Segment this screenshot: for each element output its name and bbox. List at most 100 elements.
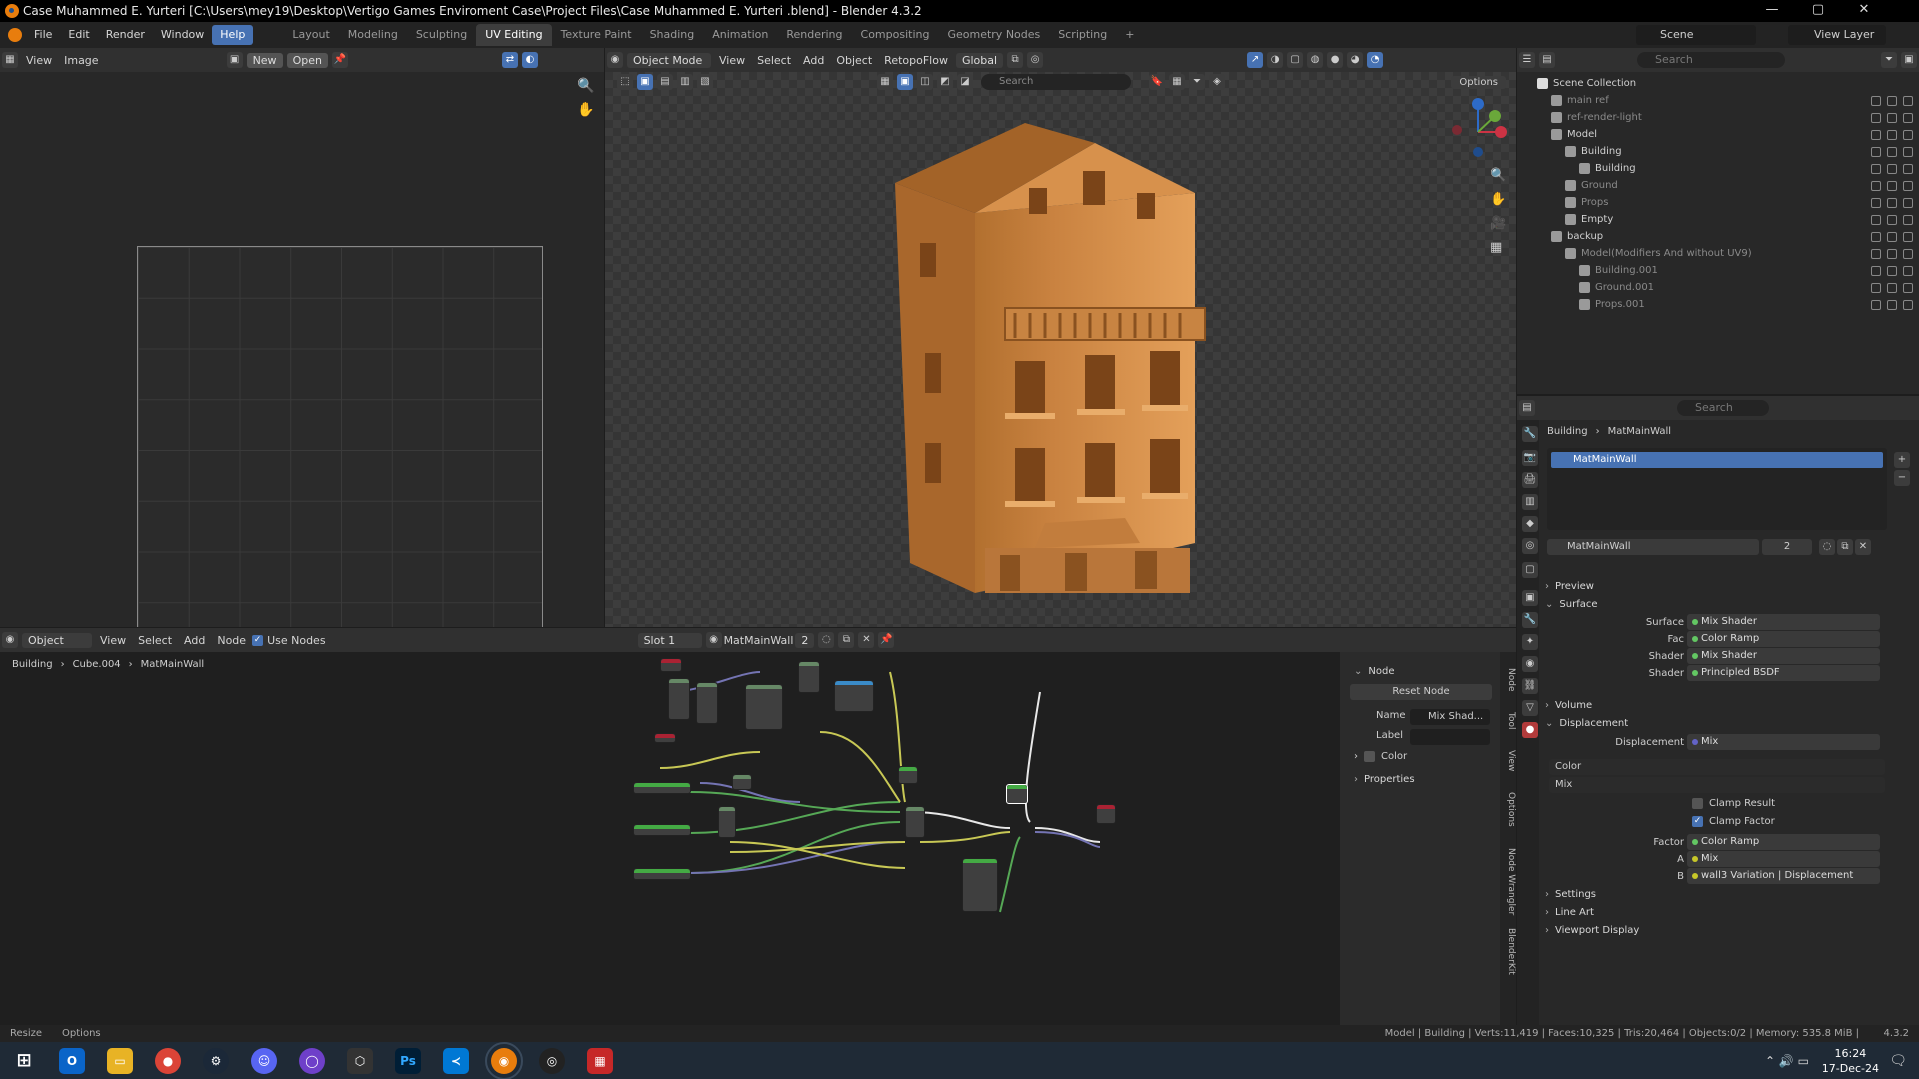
- github-icon[interactable]: ◯: [299, 1047, 325, 1074]
- displacement-row[interactable]: Displacement Mix: [1517, 732, 1919, 752]
- node-editor-type-icon[interactable]: ◉: [2, 632, 18, 648]
- outlook-icon[interactable]: O: [59, 1047, 85, 1074]
- side-tab-tool[interactable]: Tool: [1500, 712, 1516, 729]
- transform-orientation-dropdown[interactable]: Global: [955, 52, 1004, 68]
- property-value[interactable]: Color Ramp: [1687, 834, 1880, 850]
- visibility-toggles[interactable]: [1871, 248, 1913, 259]
- scene-tab-icon[interactable]: ◆: [1522, 516, 1538, 532]
- image-browse-icon[interactable]: ▣: [226, 52, 243, 68]
- node-node-menu[interactable]: Node: [211, 634, 252, 647]
- eye-icon[interactable]: [1887, 231, 1897, 242]
- solid-shading-icon[interactable]: ●: [1327, 52, 1344, 68]
- object-mode-dropdown[interactable]: Object Mode: [627, 52, 711, 68]
- camera-icon[interactable]: [1903, 248, 1913, 259]
- new-collection-icon[interactable]: ▣: [1901, 52, 1917, 68]
- property-value[interactable]: Mix Shader: [1687, 614, 1880, 630]
- navigation-gizmo[interactable]: [1443, 94, 1513, 164]
- camera-view-icon[interactable]: 🎥: [1490, 216, 1506, 231]
- eye-icon[interactable]: [1887, 299, 1897, 310]
- editor-type-icon[interactable]: ▦: [2, 52, 18, 68]
- pin-icon[interactable]: 📌: [331, 52, 348, 68]
- camera-icon[interactable]: [1903, 112, 1913, 123]
- options-dropdown[interactable]: Options: [1451, 75, 1506, 89]
- funnel-icon[interactable]: ⏷: [1189, 74, 1205, 90]
- material-slots-list[interactable]: MatMainWall: [1547, 448, 1887, 530]
- outliner-item[interactable]: Ground.001: [1517, 279, 1919, 296]
- slot-dropdown[interactable]: Slot 1: [637, 632, 702, 648]
- node-pin-icon[interactable]: 📌: [878, 632, 895, 648]
- node-box[interactable]: [654, 733, 676, 743]
- select-subtract-icon[interactable]: ▥: [677, 74, 693, 90]
- visibility-toggles[interactable]: [1871, 282, 1913, 293]
- node-box[interactable]: [834, 680, 874, 712]
- viewport-select-menu[interactable]: Select: [751, 54, 797, 67]
- property-row[interactable]: Shader Principled BSDF: [1517, 663, 1919, 683]
- clamp-result-box[interactable]: [1692, 798, 1703, 809]
- select-mode-icon[interactable]: ▣: [637, 74, 653, 90]
- exclude-checkbox[interactable]: [1871, 112, 1881, 123]
- eye-icon[interactable]: [1887, 265, 1897, 276]
- property-value[interactable]: Mix Shader: [1687, 648, 1880, 664]
- 3d-viewport[interactable]: ◉ Object Mode View Select Add Object Ret…: [605, 48, 1516, 627]
- object-tab-icon[interactable]: ▣: [1522, 590, 1538, 606]
- node-mix-shader-selected[interactable]: [1006, 784, 1028, 804]
- fake-user-icon[interactable]: ◌: [1819, 539, 1835, 555]
- visibility-toggles[interactable]: [1871, 197, 1913, 208]
- view-layer-tab-icon[interactable]: ▥: [1522, 494, 1538, 510]
- tab-geometry-nodes[interactable]: Geometry Nodes: [938, 24, 1049, 46]
- chrome-icon[interactable]: ●: [155, 1047, 181, 1074]
- camera-icon[interactable]: [1903, 180, 1913, 191]
- ortho-toggle-icon[interactable]: ▦: [1490, 240, 1502, 255]
- open-image-button[interactable]: Open: [286, 52, 328, 68]
- outliner-scene-collection[interactable]: Scene Collection: [1517, 75, 1919, 92]
- node-box[interactable]: [633, 824, 691, 836]
- menu-render[interactable]: Render: [98, 25, 153, 45]
- uv-image-menu[interactable]: Image: [58, 54, 104, 67]
- material-browse-icon[interactable]: ◉: [705, 632, 722, 648]
- eye-icon[interactable]: [1887, 146, 1897, 157]
- outliner-item[interactable]: Props: [1517, 194, 1919, 211]
- visibility-toggles[interactable]: [1871, 231, 1913, 242]
- node-panel-header[interactable]: Node: [1354, 662, 1490, 680]
- clock[interactable]: 16:24 17-Dec-24: [1822, 1046, 1879, 1076]
- camera-icon[interactable]: [1903, 95, 1913, 106]
- pan-hand-icon[interactable]: ✋: [577, 102, 594, 118]
- node-material-name[interactable]: MatMainWall: [724, 634, 794, 647]
- tab-modeling[interactable]: Modeling: [339, 24, 407, 46]
- shield-icon[interactable]: ◈: [1209, 74, 1225, 90]
- outliner-item[interactable]: Building: [1517, 143, 1919, 160]
- node-properties-section[interactable]: Properties: [1354, 770, 1490, 788]
- eye-icon[interactable]: [1887, 129, 1897, 140]
- clamp-factor-box[interactable]: ✓: [1692, 816, 1703, 827]
- eye-icon[interactable]: [1887, 95, 1897, 106]
- remove-slot-icon[interactable]: −: [1894, 470, 1910, 486]
- property-value[interactable]: Principled BSDF: [1687, 665, 1880, 681]
- outliner-item[interactable]: Building.001: [1517, 262, 1919, 279]
- select-invert-icon[interactable]: ▧: [697, 74, 713, 90]
- viewport-object-menu[interactable]: Object: [830, 54, 878, 67]
- menu-edit[interactable]: Edit: [60, 25, 97, 45]
- layout-icon[interactable]: ▦: [1169, 74, 1185, 90]
- outliner-item[interactable]: Model: [1517, 126, 1919, 143]
- section-displacement[interactable]: Displacement: [1545, 714, 1909, 732]
- tab-texture-paint[interactable]: Texture Paint: [552, 24, 641, 46]
- node-name-field[interactable]: Mix Shad...: [1410, 709, 1490, 725]
- uv-view-menu[interactable]: View: [20, 54, 58, 67]
- mix-dropdown[interactable]: Mix: [1549, 777, 1885, 793]
- outliner-item[interactable]: ref-render-light: [1517, 109, 1919, 126]
- viewport-editor-type-icon[interactable]: ◉: [607, 52, 623, 68]
- properties-search-input[interactable]: Search: [1677, 400, 1769, 416]
- wireframe-shading-icon[interactable]: ◍: [1307, 52, 1324, 68]
- retopoflow-menu[interactable]: RetopoFlow: [878, 54, 954, 67]
- node-box[interactable]: [633, 868, 691, 880]
- visibility-toggles[interactable]: [1871, 214, 1913, 225]
- search-app-icon[interactable]: ◎: [539, 1047, 565, 1074]
- camera-icon[interactable]: [1903, 282, 1913, 293]
- exclude-checkbox[interactable]: [1871, 163, 1881, 174]
- material-slot-item[interactable]: MatMainWall: [1551, 452, 1883, 468]
- outliner[interactable]: ☰ ▤ Search ⏷ ▣ Scene Collection main ref…: [1517, 48, 1919, 394]
- use-nodes-box[interactable]: ✓: [252, 634, 264, 646]
- node-box[interactable]: [718, 806, 736, 838]
- reset-node-button[interactable]: Reset Node: [1350, 684, 1492, 700]
- start-icon[interactable]: ⊞: [11, 1048, 37, 1074]
